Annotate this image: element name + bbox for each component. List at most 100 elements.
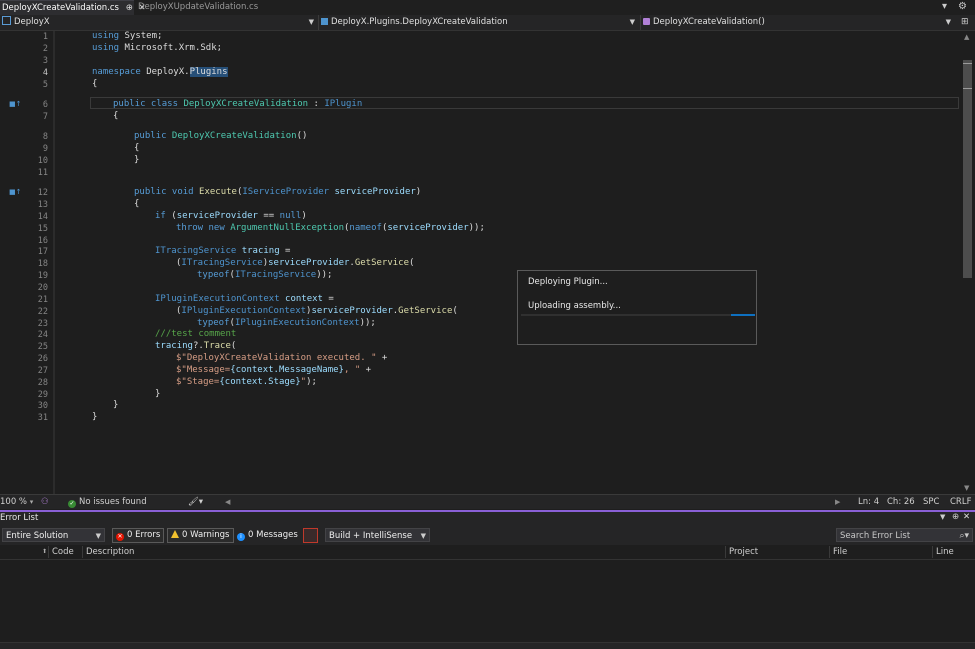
line-ending-indicator[interactable]: CRLF [950, 495, 971, 509]
code-line: IPluginExecutionContext context = [155, 294, 334, 304]
copilot-icon[interactable]: ⚇ [41, 495, 49, 509]
code-line: public DeployXCreateValidation() [134, 131, 308, 141]
scroll-map-marker [963, 88, 972, 89]
warnings-filter-button[interactable]: 0 Warnings [167, 528, 234, 543]
line-number: 8 [42, 132, 48, 142]
line-number: 5 [42, 80, 48, 90]
tab-label: DeployXUpdateValidation.cs [138, 2, 259, 12]
code-editor[interactable]: ■↑ ■↑ 1 2 3 4 5 6 7 8 9 10 11 12 13 14 1… [0, 31, 960, 494]
selection: Plugins [189, 67, 228, 77]
column-header-project[interactable]: Project [729, 545, 758, 559]
line-number: 3 [42, 56, 48, 66]
search-error-list-input[interactable]: Search Error List ⌕▾ [836, 528, 973, 542]
code-line: typeof(ITracingService)); [197, 270, 333, 280]
column-header-file[interactable]: File [833, 545, 847, 559]
build-filter-dropdown[interactable]: Build + IntelliSense ▼ [325, 528, 430, 542]
code-line: (IPluginExecutionContext)serviceProvider… [176, 306, 458, 316]
scroll-up-icon[interactable]: ▲ [964, 33, 969, 41]
project-selector[interactable]: DeployX ▼ [0, 15, 316, 30]
chevron-down-icon[interactable]: ▼ [940, 513, 945, 521]
whitespace-indicator[interactable]: SPC [923, 495, 939, 509]
column-header-description[interactable]: Description [86, 545, 134, 559]
code-line: ///test comment [155, 329, 237, 339]
csharp-project-icon [2, 16, 11, 25]
line-number: 21 [37, 295, 48, 305]
gear-icon[interactable]: ⚙ [958, 1, 967, 12]
tab-deployxupdatevalidation[interactable]: DeployXUpdateValidation.cs [136, 0, 268, 15]
code-line: { [134, 143, 140, 153]
column-header-code[interactable]: Code [52, 545, 74, 559]
line-number: 2 [42, 44, 48, 54]
progress-track [521, 314, 755, 316]
chevron-down-icon: ▼ [945, 18, 951, 26]
code-line: namespace DeployX.Plugins [92, 67, 228, 77]
line-number: 31 [37, 413, 48, 423]
sort-icon[interactable]: ⬆ [42, 545, 47, 559]
code-line: (ITracingService)serviceProvider.GetServ… [176, 258, 415, 268]
split-window-icon[interactable]: ⊞ [961, 17, 969, 27]
code-line: throw new ArgumentNullException(nameof(s… [176, 223, 485, 233]
line-number: 16 [37, 236, 48, 246]
code-line: } [134, 155, 140, 165]
scrollbar-thumb[interactable] [963, 60, 972, 278]
class-icon [321, 18, 328, 25]
progress-indicator [731, 314, 755, 316]
navigation-bar: DeployX ▼ DeployX.Plugins.DeployXCreateV… [0, 15, 975, 31]
code-line: } [155, 389, 161, 399]
scroll-right-icon[interactable]: ▶ [835, 495, 840, 509]
line-number: 4 [42, 68, 48, 78]
code-cleanup-icon[interactable]: 🖌▾ [188, 495, 203, 509]
line-number: 25 [37, 342, 48, 352]
line-number: 9 [42, 144, 48, 154]
line-number: 22 [37, 307, 48, 317]
code-line: using Microsoft.Xrm.Sdk; [92, 43, 223, 53]
scroll-down-icon[interactable]: ▼ [964, 484, 969, 492]
line-number: 28 [37, 378, 48, 388]
code-line: tracing?.Trace( [155, 341, 237, 351]
filter-icon[interactable] [303, 528, 318, 543]
scroll-left-icon[interactable]: ◀ [225, 495, 230, 509]
scope-dropdown[interactable]: Entire Solution ▼ [2, 528, 105, 542]
line-number: 23 [37, 319, 48, 329]
code-line: } [113, 400, 119, 410]
line-number: 18 [37, 259, 48, 269]
line-indicator[interactable]: Ln: 4 [858, 495, 879, 509]
code-line: $"Message={context.MessageName}, " + [176, 365, 372, 375]
line-number: 6 [42, 100, 48, 110]
code-line: { [92, 79, 98, 89]
line-number: 24 [37, 330, 48, 340]
gutter-divider [53, 31, 55, 494]
line-number: 1 [42, 32, 48, 42]
code-line: $"Stage={context.Stage}"); [176, 377, 317, 387]
line-number: 14 [37, 212, 48, 222]
column-header-line[interactable]: Line [936, 545, 954, 559]
pin-icon[interactable]: ⊕ [952, 512, 959, 522]
code-line: if (serviceProvider == null) [155, 211, 307, 221]
column-indicator[interactable]: Ch: 26 [887, 495, 915, 509]
error-list-toolbar: Entire Solution ▼ ✕ 0 Errors 0 Warnings i0… [0, 525, 975, 545]
method-icon [643, 18, 650, 25]
errors-filter-button[interactable]: ✕ 0 Errors [112, 528, 165, 543]
code-line: ITracingService tracing = [155, 246, 291, 256]
warning-icon [171, 530, 179, 538]
chevron-down-icon: ▼ [420, 532, 426, 540]
zoom-dropdown[interactable]: 100 % ▾ [0, 495, 33, 509]
code-line: typeof(IPluginExecutionContext)); [197, 318, 376, 328]
member-selector[interactable]: DeployXCreateValidation() ▼ [640, 15, 953, 30]
close-icon[interactable]: ✕ [963, 512, 970, 522]
line-number: 17 [37, 247, 48, 257]
issues-indicator[interactable]: ✓ No issues found [68, 495, 147, 509]
search-icon: ⌕▾ [959, 531, 969, 541]
chevron-down-icon[interactable]: ▾ [942, 1, 947, 12]
tab-label: DeployXCreateValidation.cs [2, 3, 119, 13]
line-number: 10 [37, 156, 48, 166]
code-line: using System; [92, 31, 163, 41]
code-line: } [92, 412, 98, 422]
code-line: { [134, 199, 140, 209]
chevron-down-icon: ▼ [629, 18, 635, 26]
messages-filter-button[interactable]: i0 Messages [233, 528, 302, 543]
pin-icon[interactable]: ⊕ [126, 1, 133, 16]
class-selector[interactable]: DeployX.Plugins.DeployXCreateValidation … [318, 15, 637, 30]
dialog-status: Uploading assembly... [528, 301, 621, 311]
tab-deployxcreatevalidation[interactable]: DeployXCreateValidation.cs ⊕ ✕ [0, 0, 146, 16]
